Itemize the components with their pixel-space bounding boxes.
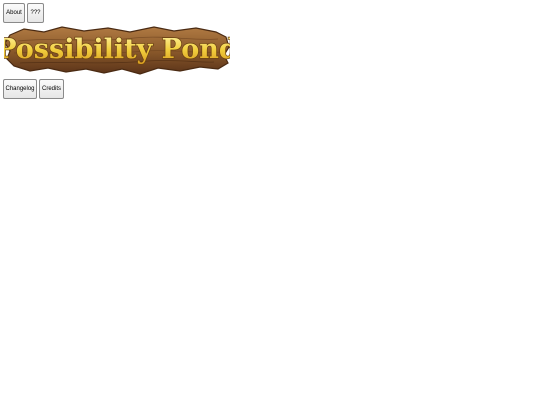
wood-sign-logo: Possibility Pond xyxy=(4,26,230,75)
credits-button[interactable]: Credits xyxy=(39,79,64,99)
possibility-pond-logo: Possibility Pond xyxy=(4,25,230,77)
about-button[interactable]: About xyxy=(3,3,25,23)
mystery-button[interactable]: ??? xyxy=(27,3,44,23)
top-button-row: About ??? xyxy=(3,3,44,23)
logo-title-text: Possibility Pond xyxy=(4,34,230,65)
changelog-button[interactable]: Changelog xyxy=(3,79,37,99)
bottom-button-row: Changelog Credits xyxy=(3,79,64,99)
page: About ??? Possibility Pond Changelog Cre… xyxy=(0,0,540,405)
